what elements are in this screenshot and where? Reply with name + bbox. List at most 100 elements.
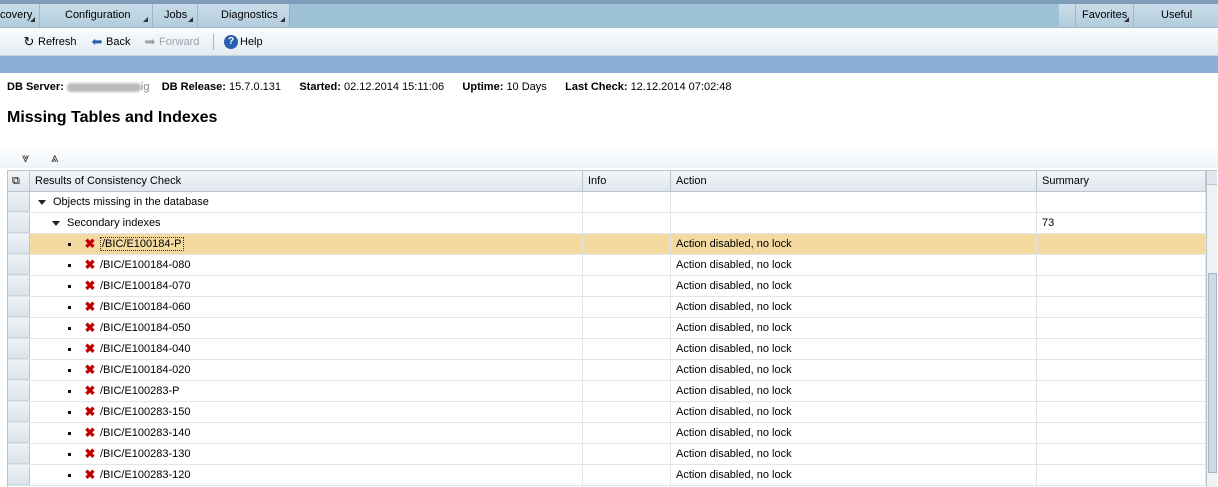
table-row[interactable]: ✖ /BIC/E100184-080 Action disabled, no loc… (8, 255, 1206, 276)
row-selector[interactable] (8, 444, 30, 464)
object-name-cell[interactable]: ✖ /BIC/E100184-040 (30, 339, 583, 359)
table-row[interactable]: ✖ /BIC/E100283-130 Action disabled, no loc… (8, 444, 1206, 465)
info-cell (583, 297, 671, 317)
menu-spacer (289, 4, 1059, 27)
row-selector[interactable] (8, 339, 30, 359)
object-name-cell[interactable]: ✖ /BIC/E100283-140 (30, 423, 583, 443)
summary-cell (1037, 297, 1206, 317)
menu-configuration[interactable]: Configuration (59, 4, 153, 27)
title-band (0, 56, 1218, 73)
started-label: Started: (299, 81, 341, 93)
table-row[interactable]: ✖ /BIC/E100184-060 Action disabled, no loc… (8, 297, 1206, 318)
row-selector[interactable] (8, 360, 30, 380)
row-selector[interactable] (8, 381, 30, 401)
menu-arrow-icon (280, 17, 285, 22)
info-cell (583, 255, 671, 275)
red-x-icon: ✖ (84, 341, 96, 357)
menu-favorites-label: Favorites (1082, 9, 1128, 21)
row-selector[interactable] (8, 318, 30, 338)
table-row[interactable]: ✖ /BIC/E100283-P Action disabled, no lock (8, 381, 1206, 402)
object-name-cell[interactable]: ✖ /BIC/E100184-060 (30, 297, 583, 317)
forward-label: Forward (159, 36, 200, 48)
object-name: /BIC/E100184-060 (100, 301, 191, 313)
table-row[interactable]: ✖ /BIC/E100283-150 Action disabled, no loc… (8, 402, 1206, 423)
row-selector[interactable] (8, 402, 30, 422)
back-arrow-icon: ⬅ (91, 34, 103, 50)
table-row-group[interactable]: Objects missing in the database (8, 192, 1206, 213)
menu-diagnostics[interactable]: Diagnostics (215, 4, 289, 27)
forward-button[interactable]: ➡ Forward (143, 34, 200, 50)
object-name-cell[interactable]: ✖ /BIC/E100184-050 (30, 318, 583, 338)
red-x-icon: ✖ (84, 425, 96, 441)
expand-all-icon[interactable]: ⩔ (22, 150, 29, 166)
row-selector[interactable] (8, 192, 30, 212)
column-header-action[interactable]: Action (671, 171, 1037, 192)
refresh-button[interactable]: ↻ Refresh (22, 34, 77, 50)
table-row[interactable]: ✖ /BIC/E100184-070 Action disabled, no loc… (8, 276, 1206, 297)
row-selector[interactable] (8, 213, 30, 233)
scroll-up-button[interactable] (1207, 171, 1217, 185)
summary-cell (1037, 360, 1206, 380)
column-header-summary[interactable]: Summary (1037, 171, 1206, 192)
menu-favorites[interactable]: Favorites (1075, 4, 1134, 27)
bullet-icon (68, 347, 71, 351)
scroll-thumb[interactable] (1208, 273, 1217, 473)
row-selector[interactable] (8, 234, 30, 254)
red-x-icon: ✖ (84, 299, 96, 315)
table-row[interactable]: ✖ /BIC/E100283-120 Action disabled, no loc… (8, 465, 1206, 486)
object-name-cell[interactable]: ✖ /BIC/E100184-P (30, 234, 583, 254)
row-selector[interactable] (8, 297, 30, 317)
select-all-icon[interactable]: ⧉ (8, 171, 30, 192)
summary-cell (1037, 276, 1206, 296)
object-name-cell[interactable]: ✖ /BIC/E100283-P (30, 381, 583, 401)
bullet-icon (68, 284, 71, 288)
object-name-cell[interactable]: ✖ /BIC/E100283-130 (30, 444, 583, 464)
last-check-label: Last Check: (565, 81, 628, 93)
back-button[interactable]: ⬅ Back (90, 34, 131, 50)
table-row[interactable]: ✖ /BIC/E100184-P Action disabled, no lock (8, 234, 1206, 255)
red-x-icon: ✖ (84, 236, 96, 252)
uptime-value: 10 Days (506, 81, 547, 93)
action-cell: Action disabled, no lock (671, 234, 1037, 254)
help-button[interactable]: ? Help (224, 34, 263, 50)
table-row-subgroup[interactable]: Secondary indexes 73 (8, 213, 1206, 234)
info-cell (583, 192, 671, 212)
menu-discovery[interactable]: covery (0, 4, 40, 27)
expanded-triangle-icon[interactable] (52, 220, 60, 226)
object-name-cell[interactable]: ✖ /BIC/E100184-080 (30, 255, 583, 275)
action-cell: Action disabled, no lock (671, 381, 1037, 401)
column-header-results[interactable]: Results of Consistency Check (30, 171, 583, 192)
table-row[interactable]: ✖ /BIC/E100283-140 Action disabled, no loc… (8, 423, 1206, 444)
vertical-scrollbar[interactable] (1206, 171, 1217, 487)
menu-useful-links[interactable]: Useful Links (1155, 4, 1218, 43)
tree-node-objects-missing[interactable]: Objects missing in the database (30, 192, 583, 212)
object-name-cell[interactable]: ✖ /BIC/E100184-020 (30, 360, 583, 380)
object-name: /BIC/E100184-070 (100, 280, 191, 292)
object-name: /BIC/E100283-120 (100, 469, 191, 481)
table-row[interactable]: ✖ /BIC/E100184-050 Action disabled, no loc… (8, 318, 1206, 339)
row-selector[interactable] (8, 465, 30, 485)
object-name: /BIC/E100283-150 (100, 406, 191, 418)
refresh-icon: ↻ (23, 34, 35, 50)
object-name-cell[interactable]: ✖ /BIC/E100283-120 (30, 465, 583, 485)
object-name: /BIC/E100184-080 (100, 259, 191, 271)
action-cell: Action disabled, no lock (671, 423, 1037, 443)
menu-arrow-icon (1124, 17, 1129, 22)
row-selector[interactable] (8, 276, 30, 296)
object-name-cell[interactable]: ✖ /BIC/E100283-150 (30, 402, 583, 422)
expanded-triangle-icon[interactable] (38, 199, 46, 205)
table-row[interactable]: ✖ /BIC/E100184-040 Action disabled, no loc… (8, 339, 1206, 360)
object-name-cell[interactable]: ✖ /BIC/E100184-070 (30, 276, 583, 296)
action-cell: Action disabled, no lock (671, 297, 1037, 317)
bullet-icon (68, 389, 71, 393)
bullet-icon (68, 473, 71, 477)
row-selector[interactable] (8, 423, 30, 443)
row-selector[interactable] (8, 255, 30, 275)
column-header-info[interactable]: Info (583, 171, 671, 192)
menu-jobs[interactable]: Jobs (153, 4, 198, 27)
object-name: /BIC/E100184-020 (100, 364, 191, 376)
table-row[interactable]: ✖ /BIC/E100184-020 Action disabled, no loc… (8, 360, 1206, 381)
page-title: Missing Tables and Indexes (7, 109, 218, 126)
collapse-all-icon[interactable]: ⩓ (51, 150, 58, 166)
tree-node-secondary-indexes[interactable]: Secondary indexes (30, 213, 583, 233)
